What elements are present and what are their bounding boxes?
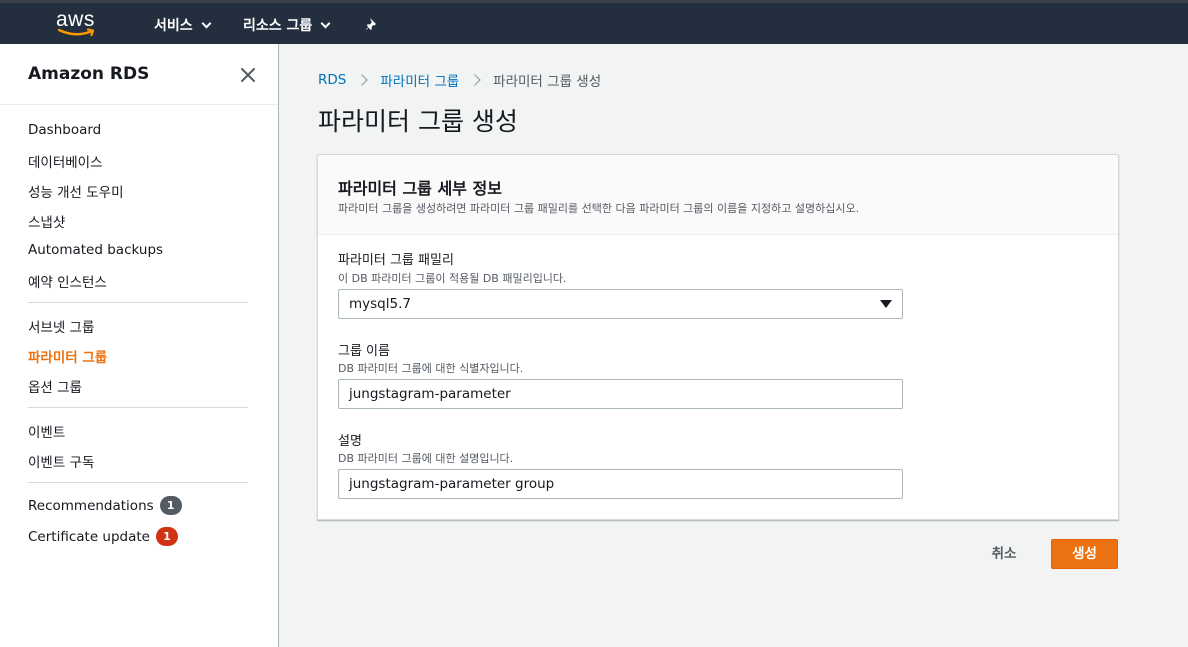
sidebar-item-events[interactable]: 이벤트 — [28, 421, 65, 441]
group-name-label: 그룹 이름 — [338, 344, 390, 359]
panel-header: 파라미터 그룹 세부 정보 파라미터 그룹을 생성하려면 파라미터 그룹 패밀리… — [318, 155, 1118, 235]
sidebar-item-option-groups[interactable]: 옵션 그룹 — [28, 376, 82, 396]
chevron-right-icon — [469, 74, 481, 86]
services-menu[interactable]: 서비스 — [154, 15, 212, 35]
sidebar-item-label: Certificate update — [28, 529, 150, 545]
aws-smile-icon — [58, 28, 95, 37]
sidebar-divider — [28, 302, 248, 303]
resource-groups-menu-label: 리소스 그룹 — [243, 18, 313, 34]
sidebar-divider — [28, 482, 248, 483]
family-selected-value: mysql5.7 — [349, 296, 411, 312]
description-input[interactable]: jungstagram-parameter group — [338, 469, 903, 499]
services-menu-label: 서비스 — [154, 18, 193, 34]
sidebar: Amazon RDS Dashboard 데이터베이스 성능 개선 도우미 스냅… — [0, 44, 279, 647]
chevron-right-icon — [356, 74, 369, 86]
cancel-button[interactable]: 취소 — [976, 539, 1032, 569]
chevron-down-icon — [201, 18, 212, 28]
sidebar-title: Amazon RDS — [28, 64, 150, 84]
sidebar-item-reserved-instances[interactable]: 예약 인스턴스 — [28, 271, 107, 291]
panel-description: 파라미터 그룹을 생성하려면 파라미터 그룹 패밀리를 선택한 다음 파라미터 … — [338, 202, 860, 215]
caret-down-icon — [880, 300, 892, 308]
sidebar-item-subnet-groups[interactable]: 서브넷 그룹 — [28, 316, 94, 336]
sidebar-item-automated-backups[interactable]: Automated backups — [28, 242, 163, 258]
close-icon[interactable] — [239, 66, 257, 84]
sidebar-divider — [28, 407, 248, 408]
sidebar-item-event-subscriptions[interactable]: 이벤트 구독 — [28, 451, 94, 471]
parameter-group-details-panel: 파라미터 그룹 세부 정보 파라미터 그룹을 생성하려면 파라미터 그룹 패밀리… — [317, 154, 1119, 520]
sidebar-item-databases[interactable]: 데이터베이스 — [28, 151, 103, 171]
sidebar-header: Amazon RDS — [0, 44, 278, 105]
sidebar-item-snapshots[interactable]: 스냅샷 — [28, 211, 65, 231]
parameter-group-family-select[interactable]: mysql5.7 — [338, 289, 903, 319]
family-label: 파라미터 그룹 패밀리 — [338, 253, 454, 268]
chevron-down-icon — [320, 18, 331, 28]
sidebar-item-parameter-groups[interactable]: 파라미터 그룹 — [28, 346, 107, 366]
family-description: 이 DB 파라미터 그룹이 적용될 DB 패밀리입니다. — [338, 272, 567, 285]
aws-logo[interactable]: aws — [56, 9, 102, 41]
sidebar-item-certificate-update[interactable]: Certificate update 1 — [28, 527, 178, 546]
breadcrumb: RDS 파라미터 그룹 파라미터 그룹 생성 — [318, 70, 601, 90]
group-name-input[interactable]: jungstagram-parameter — [338, 379, 903, 409]
sidebar-item-label: Recommendations — [28, 498, 154, 514]
description-label: 설명 — [338, 434, 362, 449]
top-navigation-bar: aws 서비스 리소스 그룹 — [0, 0, 1188, 44]
resource-groups-menu[interactable]: 리소스 그룹 — [243, 15, 331, 35]
group-name-description: DB 파라미터 그룹에 대한 식별자입니다. — [338, 362, 524, 375]
sidebar-item-performance-insights[interactable]: 성능 개선 도우미 — [28, 181, 124, 201]
panel-title: 파라미터 그룹 세부 정보 — [338, 179, 502, 198]
breadcrumb-rds-link[interactable]: RDS — [318, 72, 346, 88]
create-button[interactable]: 생성 — [1051, 539, 1118, 569]
breadcrumb-current: 파라미터 그룹 생성 — [493, 74, 602, 90]
pin-icon[interactable] — [362, 17, 378, 33]
recommendations-count-badge: 1 — [159, 496, 182, 515]
certificate-update-count-badge: 1 — [155, 527, 178, 546]
page-title: 파라미터 그룹 생성 — [318, 107, 518, 136]
breadcrumb-parameter-groups-link[interactable]: 파라미터 그룹 — [380, 70, 459, 90]
sidebar-item-recommendations[interactable]: Recommendations 1 — [28, 496, 182, 515]
sidebar-item-dashboard[interactable]: Dashboard — [28, 122, 101, 138]
description-field-description: DB 파라미터 그룹에 대한 설명입니다. — [338, 452, 514, 465]
